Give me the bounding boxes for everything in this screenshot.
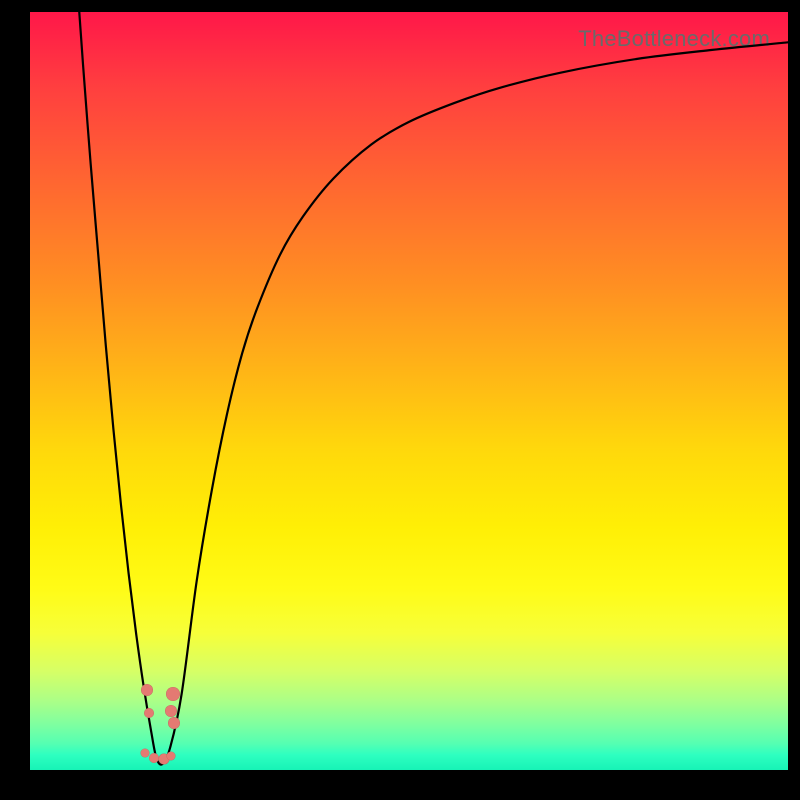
data-marker: [141, 684, 153, 696]
data-marker: [168, 717, 180, 729]
curve-svg: [30, 12, 788, 770]
data-marker: [166, 752, 175, 761]
data-marker: [165, 705, 177, 717]
plot-area: TheBottleneck.com: [30, 12, 788, 770]
data-marker: [144, 708, 154, 718]
data-marker: [149, 753, 159, 763]
chart-frame: TheBottleneck.com: [0, 0, 800, 800]
bottleneck-curve-path: [79, 12, 788, 765]
data-marker: [166, 687, 180, 701]
